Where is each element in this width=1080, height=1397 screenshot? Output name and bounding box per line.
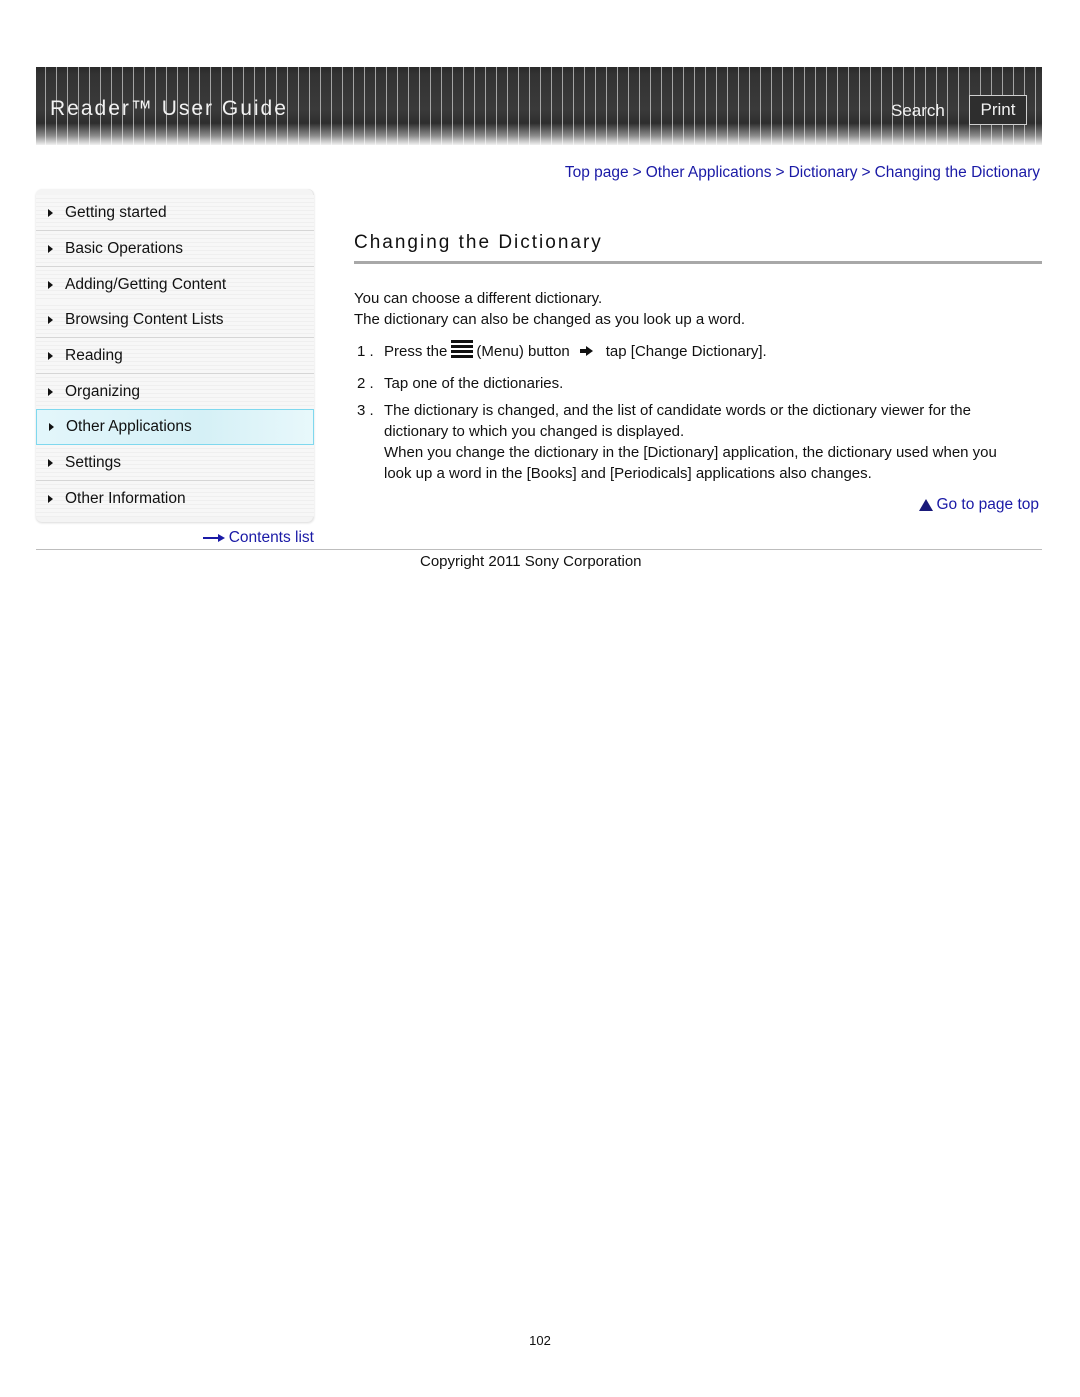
step-number: 2 . [357,375,374,392]
step-suffix: tap [Change Dictionary]. [605,343,767,360]
step-note-line: look up a word in the [Books] and [Perio… [384,465,872,482]
step-text: Press the (Menu) button tap [Change Dictio… [384,340,767,362]
triangle-right-icon [49,423,54,431]
triangle-right-icon [48,315,53,324]
intro-line: The dictionary can also be changed as yo… [354,311,746,328]
footer-divider [36,549,1042,550]
sidebar-item-getting-started[interactable]: Getting started [36,195,314,231]
step-note-line: When you change the dictionary in the [D… [384,444,997,461]
triangle-right-icon [48,208,53,217]
print-button[interactable]: Print [969,95,1027,125]
triangle-right-icon [48,387,53,396]
triangle-right-icon [48,280,53,289]
triangle-right-icon [48,495,53,503]
contents-list-link[interactable]: Contents list [202,529,314,547]
go-to-page-top-link[interactable]: Go to page top [919,496,1039,514]
breadcrumb-separator: > [861,164,871,181]
guide-title: Reader™ User Guide [50,97,288,120]
step-number: 3 . [357,402,374,419]
sidebar-item-adding-getting-content[interactable]: Adding/Getting Content [36,267,314,303]
breadcrumb-changing-the-dictionary[interactable]: Changing the Dictionary [875,164,1040,181]
sidebar-item-label: Getting started [65,203,167,221]
menu-icon [451,340,474,358]
page-title: Changing the Dictionary [354,232,603,253]
sidebar-item-label: Settings [65,453,122,471]
sidebar-item-browsing-content-lists[interactable]: Browsing Content Lists [36,302,314,338]
triangle-right-icon [48,458,53,467]
sidebar-nav: Getting started Basic Operations Adding/… [36,189,314,522]
sidebar-item-label: Organizing [65,382,140,400]
breadcrumb-separator: > [775,164,785,181]
go-to-page-top-label: Go to page top [936,496,1039,513]
title-divider [354,261,1042,264]
triangle-right-icon [48,244,53,253]
breadcrumb-separator: > [632,164,642,181]
step-prefix: Press the [384,343,448,360]
arrow-right-icon [202,533,225,543]
step-text-line: dictionary to which you changed is displ… [384,423,685,440]
sidebar-item-label: Reading [65,346,123,364]
intro-line: You can choose a different dictionary. [354,290,603,307]
sidebar-item-other-applications[interactable]: Other Applications [36,409,314,445]
contents-list-label: Contents list [228,529,314,546]
sidebar-item-label: Other Information [65,490,186,507]
copyright-text: Copyright 2011 Sony Corporation [420,553,642,570]
sidebar-item-other-information[interactable]: Other Information [36,481,314,517]
sidebar-item-label: Adding/Getting Content [65,275,227,293]
breadcrumb: Top page > Other Applications > Dictionary > C… [565,164,1040,182]
header-banner: Reader™ User Guide Search Print [36,67,1042,145]
step-middle: (Menu) button [476,343,570,360]
sidebar-item-reading[interactable]: Reading [36,338,314,374]
page-number: 102 [529,1333,551,1348]
step-text-line: The dictionary is changed, and the list … [384,402,971,419]
triangle-up-icon [919,499,934,511]
sidebar-item-organizing[interactable]: Organizing [36,374,314,410]
arrow-right-icon [579,346,594,356]
sidebar-item-basic-operations[interactable]: Basic Operations [36,231,314,267]
sidebar-item-label: Other Applications [66,418,192,435]
breadcrumb-dictionary[interactable]: Dictionary [789,164,858,181]
sidebar-item-label: Basic Operations [65,239,184,257]
step-text: Tap one of the dictionaries. [384,375,564,392]
sidebar-item-label: Browsing Content Lists [65,310,224,328]
sidebar-item-settings[interactable]: Settings [36,445,314,481]
search-link[interactable]: Search [891,101,945,121]
breadcrumb-other-applications[interactable]: Other Applications [646,164,772,181]
breadcrumb-top-page[interactable]: Top page [565,164,629,181]
step-number: 1 . [357,343,374,360]
triangle-right-icon [48,351,53,360]
